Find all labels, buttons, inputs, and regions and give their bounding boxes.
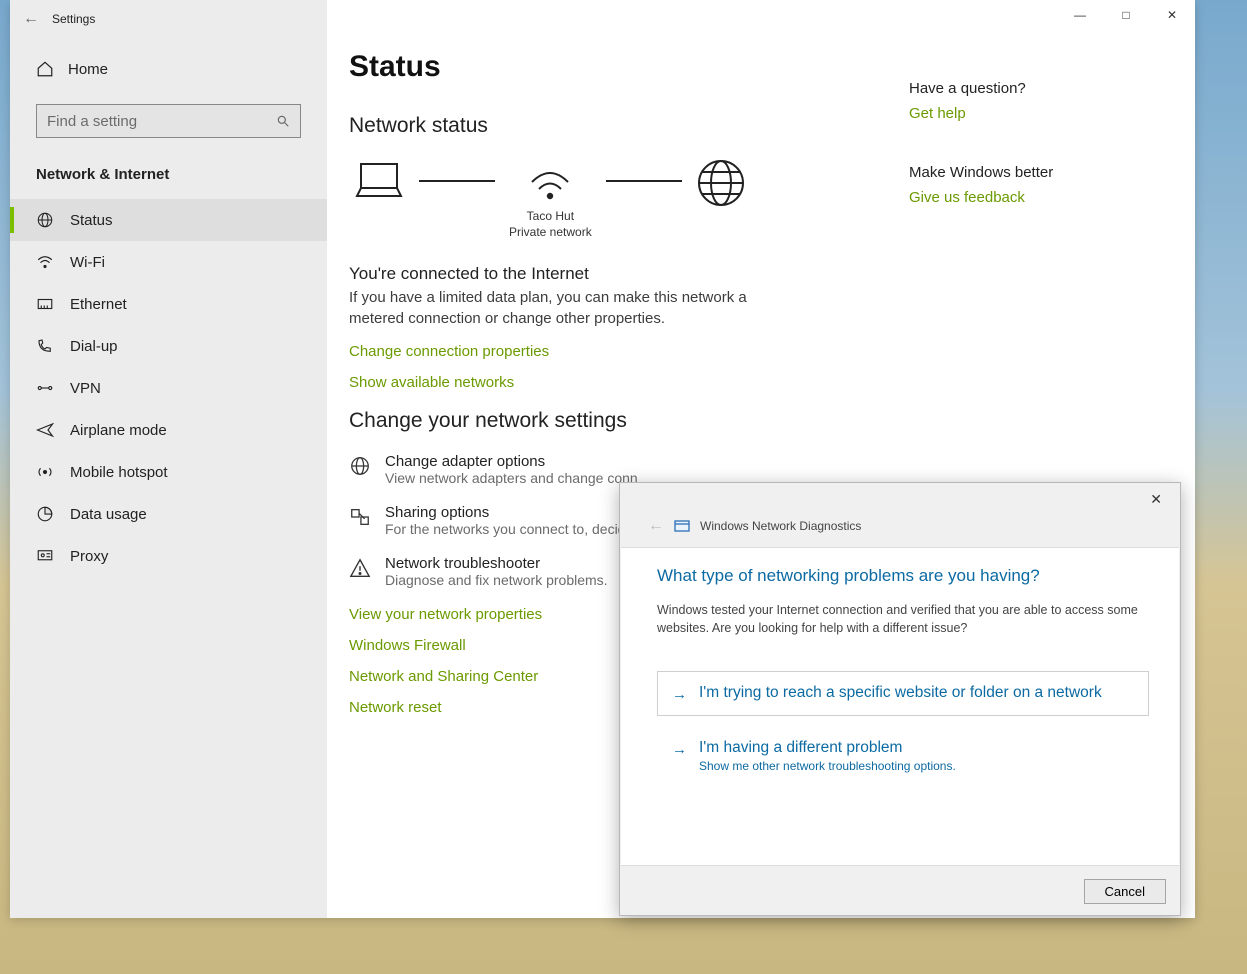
titlebar: ← Settings ― □ ✕ (10, 0, 1195, 38)
sharing-icon (349, 506, 371, 537)
link-give-feedback[interactable]: Give us feedback (909, 189, 1053, 206)
sidebar-item-airplane[interactable]: Airplane mode (10, 409, 327, 451)
row-title: Sharing options (385, 504, 633, 521)
globe-icon (36, 211, 54, 229)
network-diagram: Taco Hut Private network (353, 158, 909, 240)
row-title: Network troubleshooter (385, 555, 608, 572)
option-specific-website[interactable]: → I'm trying to reach a specific website… (657, 671, 1149, 716)
sidebar-item-wifi[interactable]: Wi-Fi (10, 241, 327, 283)
sidebar-item-label: VPN (70, 380, 101, 397)
laptop-icon (353, 158, 405, 202)
sidebar-item-proxy[interactable]: Proxy (10, 535, 327, 577)
dialog-back-button[interactable]: ← (648, 517, 664, 535)
row-desc: For the networks you connect to, decide (385, 521, 633, 537)
sidebar-item-label: Mobile hotspot (70, 464, 168, 481)
row-desc: Diagnose and fix network problems. (385, 572, 608, 588)
ethernet-icon (36, 295, 54, 313)
data-icon (36, 505, 54, 523)
wifi-icon (526, 158, 574, 202)
cancel-button[interactable]: Cancel (1084, 879, 1166, 904)
have-question-heading: Have a question? (909, 80, 1053, 97)
option-sublabel: Show me other network troubleshooting op… (699, 759, 956, 773)
warning-icon (349, 557, 371, 588)
sidebar-item-label: Status (70, 212, 113, 229)
row-desc: View network adapters and change conn (385, 470, 638, 486)
sidebar-item-label: Wi-Fi (70, 254, 105, 271)
maximize-button[interactable]: □ (1103, 0, 1149, 30)
vpn-icon (36, 379, 54, 397)
search-placeholder: Find a setting (47, 113, 137, 130)
adapter-icon (349, 455, 371, 486)
sidebar-item-label: Proxy (70, 548, 108, 565)
phone-icon (36, 337, 54, 355)
row-change-adapter[interactable]: Change adapter options View network adap… (349, 453, 809, 486)
section-change-settings: Change your network settings (349, 409, 909, 433)
sidebar: Home Find a setting Network & Internet S… (10, 0, 327, 918)
option-different-problem[interactable]: → I'm having a different problem Show me… (657, 726, 1149, 786)
sidebar-item-datausage[interactable]: Data usage (10, 493, 327, 535)
sidebar-item-label: Ethernet (70, 296, 127, 313)
dialog-footer: Cancel (620, 867, 1180, 915)
dialog-close-button[interactable]: ✕ (1142, 487, 1170, 512)
link-get-help[interactable]: Get help (909, 105, 1053, 122)
sidebar-item-status[interactable]: Status (10, 199, 327, 241)
sidebar-item-label: Data usage (70, 506, 147, 523)
close-button[interactable]: ✕ (1149, 0, 1195, 30)
connected-body: If you have a limited data plan, you can… (349, 288, 749, 329)
connected-heading: You're connected to the Internet (349, 264, 909, 284)
sidebar-item-label: Home (68, 61, 108, 78)
sidebar-item-home[interactable]: Home (10, 46, 327, 92)
make-better-heading: Make Windows better (909, 164, 1053, 181)
window-controls: ― □ ✕ (1057, 0, 1195, 30)
page-title: Status (349, 50, 909, 84)
globe-icon (696, 158, 746, 208)
network-diagnostics-dialog: ✕ ← Windows Network Diagnostics What typ… (619, 482, 1181, 916)
sidebar-category: Network & Internet (10, 156, 327, 199)
back-button[interactable]: ← (10, 10, 52, 28)
section-network-status: Network status (349, 114, 909, 138)
window-title: Settings (52, 12, 95, 26)
sidebar-item-label: Airplane mode (70, 422, 167, 439)
option-label: I'm trying to reach a specific website o… (699, 684, 1102, 702)
diagnostics-icon (674, 519, 690, 533)
sidebar-item-hotspot[interactable]: Mobile hotspot (10, 451, 327, 493)
dialog-title: Windows Network Diagnostics (700, 519, 861, 533)
dialog-body-text: Windows tested your Internet connection … (657, 602, 1149, 637)
sidebar-item-dialup[interactable]: Dial-up (10, 325, 327, 367)
minimize-button[interactable]: ― (1057, 0, 1103, 30)
dialog-header: ← Windows Network Diagnostics (620, 515, 1180, 541)
airplane-icon (36, 421, 54, 439)
connection-line (419, 180, 495, 182)
link-change-connection-properties[interactable]: Change connection properties (349, 343, 909, 360)
search-input[interactable]: Find a setting (36, 104, 301, 138)
wifi-icon (36, 253, 54, 271)
dialog-body: What type of networking problems are you… (621, 547, 1179, 866)
connection-line (606, 180, 682, 182)
network-type: Private network (509, 224, 592, 240)
dialog-titlebar: ✕ (620, 483, 1180, 515)
link-show-available-networks[interactable]: Show available networks (349, 374, 909, 391)
sidebar-item-label: Dial-up (70, 338, 118, 355)
row-title: Change adapter options (385, 453, 638, 470)
dialog-question: What type of networking problems are you… (657, 566, 1149, 586)
sidebar-item-ethernet[interactable]: Ethernet (10, 283, 327, 325)
home-icon (36, 60, 54, 78)
search-icon (276, 114, 290, 128)
network-name: Taco Hut (509, 208, 592, 224)
arrow-icon: → (672, 686, 687, 703)
proxy-icon (36, 547, 54, 565)
sidebar-item-vpn[interactable]: VPN (10, 367, 327, 409)
arrow-icon: → (672, 741, 687, 758)
hotspot-icon (36, 463, 54, 481)
option-label: I'm having a different problem (699, 739, 956, 757)
